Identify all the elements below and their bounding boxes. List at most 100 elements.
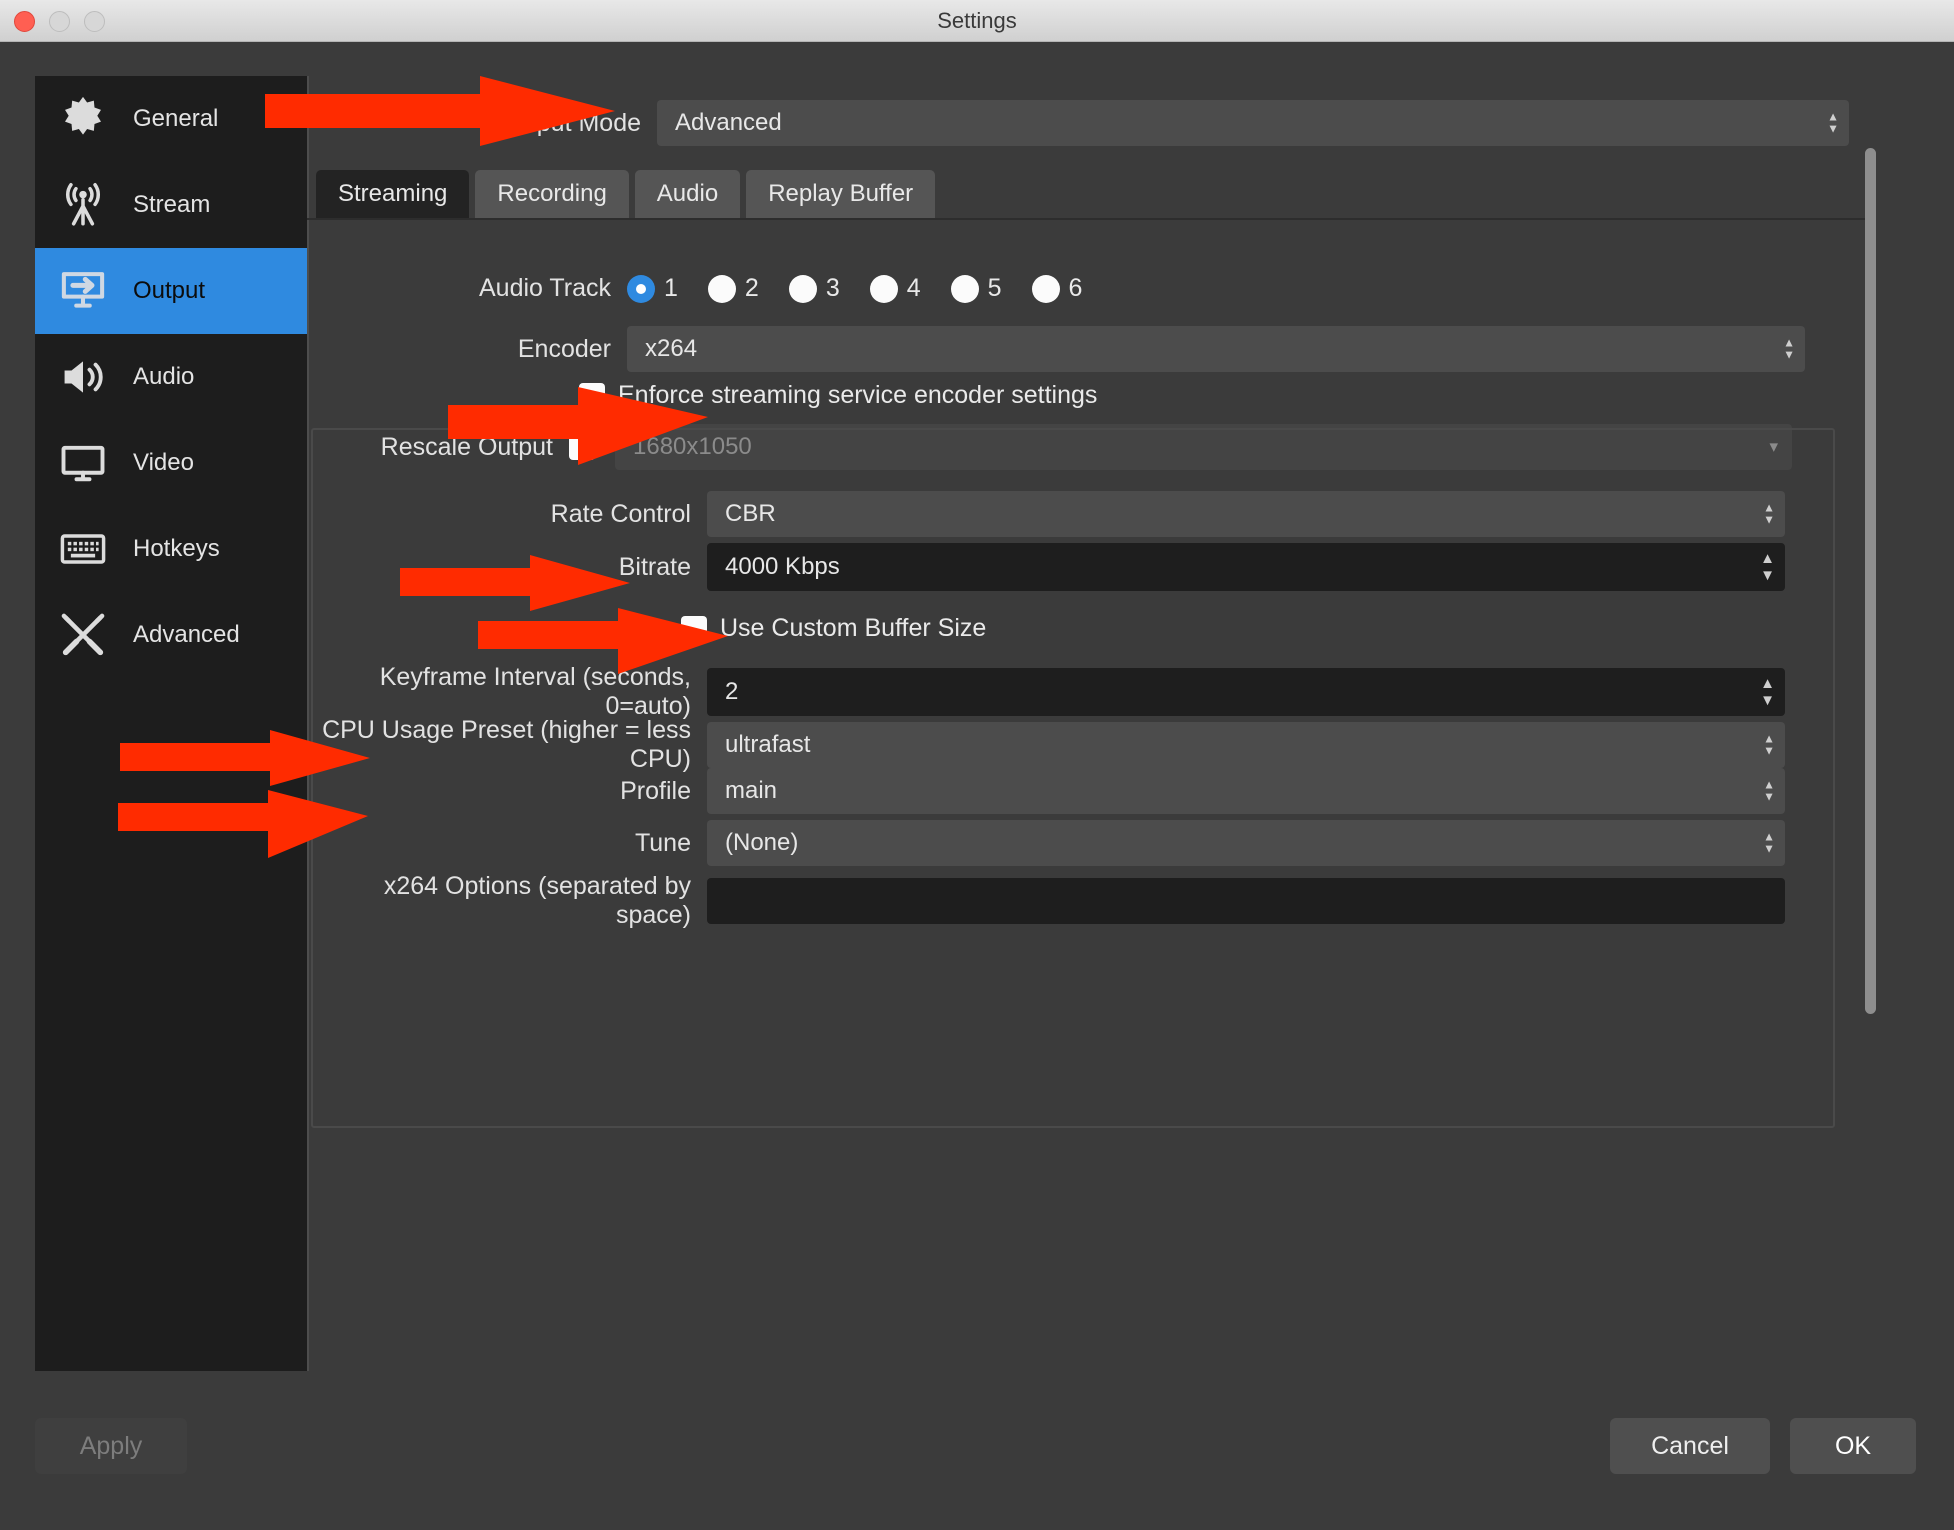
output-mode-row: Output Mode Advanced ▲ ▼ — [307, 100, 1867, 146]
radio-icon[interactable] — [707, 274, 736, 303]
tab-streaming[interactable]: Streaming — [316, 170, 470, 218]
tab-audio[interactable]: Audio — [634, 170, 741, 218]
tab-recording[interactable]: Recording — [475, 170, 629, 218]
radio-icon[interactable] — [950, 274, 979, 303]
antenna-icon — [55, 177, 111, 233]
sidebar-item-label: Output — [133, 277, 206, 304]
sidebar-item-output[interactable]: Output — [35, 248, 307, 334]
tab-label: Streaming — [338, 180, 448, 207]
encoder-select[interactable]: x264 ▲ ▼ — [627, 326, 1805, 372]
encoder-value: x264 — [645, 335, 698, 362]
sidebar-item-advanced[interactable]: Advanced — [35, 592, 307, 678]
sidebar-item-stream[interactable]: Stream — [35, 162, 307, 248]
sidebar-item-audio[interactable]: Audio — [35, 334, 307, 420]
stepper-icon[interactable]: ▲ ▼ — [1763, 733, 1775, 757]
audio-track-option-4[interactable]: 4 — [869, 274, 921, 303]
monitor-arrow-icon — [55, 263, 111, 319]
tune-row: Tune (None) ▲ ▼ — [307, 820, 1785, 866]
tab-label: Audio — [656, 180, 719, 207]
radio-label: 1 — [664, 274, 678, 302]
profile-value: main — [725, 777, 778, 804]
settings-main-panel: Output Mode Advanced ▲ ▼ Streaming Record… — [307, 76, 1897, 1371]
radio-label: 6 — [1068, 274, 1083, 302]
tune-label: Tune — [634, 828, 691, 857]
stepper-icon[interactable]: ▲ ▼ — [1763, 502, 1775, 526]
stepper-icon[interactable]: ▲ ▼ — [1760, 676, 1775, 708]
stepper-icon[interactable]: ▲ ▼ — [1827, 111, 1839, 135]
speaker-icon — [55, 349, 111, 405]
audio-track-option-2[interactable]: 2 — [707, 274, 759, 303]
tools-icon — [55, 607, 111, 663]
gear-icon — [55, 91, 111, 147]
bitrate-row: Bitrate 4000 Kbps ▲ ▼ — [307, 543, 1785, 591]
tab-label: Recording — [497, 180, 607, 207]
radio-icon[interactable] — [869, 274, 898, 303]
rate-control-value: CBR — [725, 500, 776, 527]
x264-options-row: x264 Options (separated by space) — [307, 872, 1785, 930]
radio-label: 5 — [987, 274, 1002, 302]
dialog-button-bar: Apply Cancel OK — [0, 1370, 1954, 1530]
radio-icon[interactable] — [1031, 274, 1060, 303]
audio-track-option-1[interactable]: 1 — [627, 274, 678, 303]
x264-options-label: x264 Options (separated by space) — [383, 872, 691, 929]
profile-select[interactable]: main ▲ ▼ — [707, 768, 1785, 814]
encoder-row: Encoder x264 ▲ ▼ — [307, 326, 1805, 372]
cpu-preset-row: CPU Usage Preset (higher = less CPU) ult… — [307, 716, 1785, 774]
output-mode-select[interactable]: Advanced ▲ ▼ — [657, 100, 1849, 146]
title-bar: Settings — [0, 0, 1954, 42]
x264-options-input[interactable] — [707, 878, 1785, 924]
profile-label: Profile — [620, 776, 691, 805]
keyframe-interval-value: 2 — [725, 678, 739, 705]
keyframe-interval-row: Keyframe Interval (seconds, 0=auto) 2 ▲ ▼ — [307, 633, 1785, 721]
settings-sidebar: General Stream Output Audio Video Hotkey… — [35, 76, 307, 1371]
stepper-icon[interactable]: ▲ ▼ — [1783, 337, 1795, 361]
audio-track-option-5[interactable]: 5 — [950, 274, 1002, 303]
profile-row: Profile main ▲ ▼ — [307, 768, 1785, 814]
encoder-label: Encoder — [517, 334, 611, 363]
rate-control-label: Rate Control — [550, 499, 691, 528]
tab-replay-buffer[interactable]: Replay Buffer — [746, 170, 936, 218]
checkbox-icon[interactable] — [579, 382, 605, 409]
vertical-scrollbar[interactable] — [1865, 148, 1876, 1014]
cpu-preset-select[interactable]: ultrafast ▲ ▼ — [707, 722, 1785, 768]
apply-button[interactable]: Apply — [35, 1418, 187, 1474]
bitrate-input[interactable]: 4000 Kbps ▲ ▼ — [707, 543, 1785, 591]
cpu-preset-value: ultrafast — [725, 731, 811, 758]
audio-track-option-6[interactable]: 6 — [1031, 274, 1083, 303]
bitrate-value: 4000 Kbps — [725, 553, 840, 580]
stepper-icon[interactable]: ▲ ▼ — [1763, 779, 1775, 803]
settings-window: Settings General Stream Output Audio Vid… — [0, 0, 1954, 1530]
sidebar-item-label: Audio — [133, 363, 195, 390]
audio-track-row: Audio Track 1 2 3 4 5 6 — [307, 274, 1507, 303]
rate-control-select[interactable]: CBR ▲ ▼ — [707, 491, 1785, 537]
tab-underline — [307, 218, 1867, 220]
sidebar-item-general[interactable]: General — [35, 76, 307, 162]
stepper-icon[interactable]: ▲ ▼ — [1760, 551, 1775, 583]
radio-label: 3 — [825, 274, 840, 302]
sidebar-item-hotkeys[interactable]: Hotkeys — [35, 506, 307, 592]
enforce-settings-checkbox[interactable]: Enforce streaming service encoder settin… — [579, 381, 1097, 410]
enforce-settings-row: Enforce streaming service encoder settin… — [579, 381, 1097, 410]
tab-label: Replay Buffer — [768, 180, 914, 207]
ok-button[interactable]: OK — [1790, 1418, 1916, 1474]
tune-select[interactable]: (None) ▲ ▼ — [707, 820, 1785, 866]
sidebar-item-video[interactable]: Video — [35, 420, 307, 506]
radio-icon[interactable] — [627, 274, 655, 303]
keyframe-interval-input[interactable]: 2 ▲ ▼ — [707, 668, 1785, 716]
audio-track-label: Audio Track — [478, 274, 611, 302]
cancel-button[interactable]: Cancel — [1610, 1418, 1770, 1474]
radio-label: 2 — [744, 274, 759, 302]
sidebar-item-label: Hotkeys — [133, 535, 220, 562]
display-icon — [55, 435, 111, 491]
keyboard-icon — [55, 521, 111, 577]
window-title: Settings — [937, 8, 1017, 33]
radio-icon[interactable] — [788, 274, 817, 303]
rate-control-row: Rate Control CBR ▲ ▼ — [307, 491, 1785, 537]
radio-label: 4 — [906, 274, 921, 302]
audio-track-radio-group: 1 2 3 4 5 6 — [627, 274, 1082, 303]
output-mode-value: Advanced — [675, 109, 782, 136]
audio-track-option-3[interactable]: 3 — [788, 274, 840, 303]
sidebar-item-label: Video — [133, 449, 194, 476]
enforce-settings-label: Enforce streaming service encoder settin… — [618, 381, 1098, 409]
stepper-icon[interactable]: ▲ ▼ — [1763, 831, 1775, 855]
